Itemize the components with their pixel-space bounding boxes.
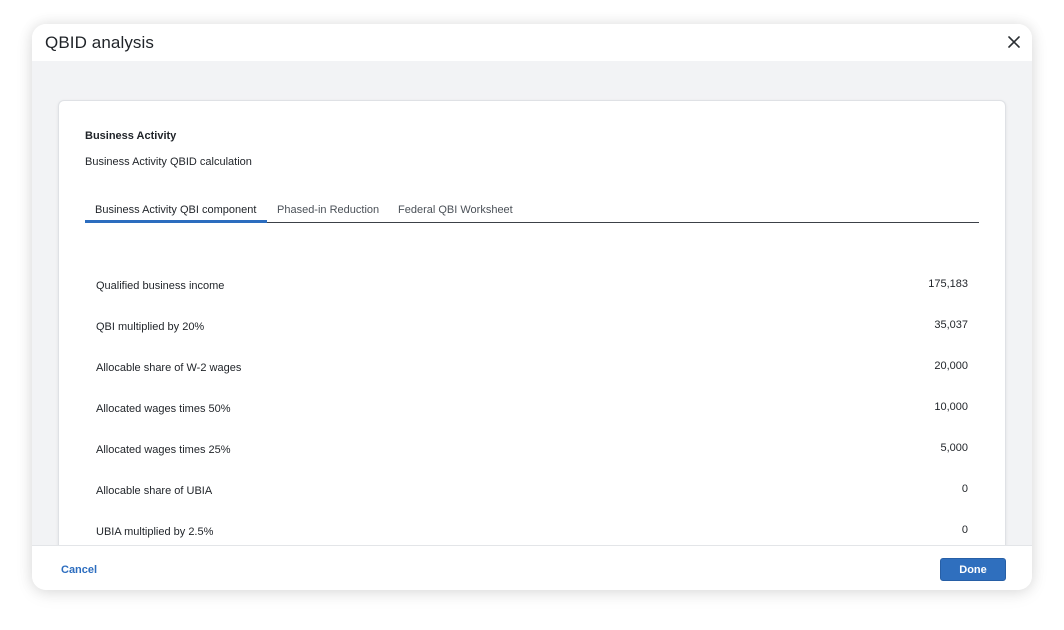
- section-title: Business Activity: [85, 130, 177, 142]
- business-activity-card: Business Activity Business Activity QBID…: [58, 100, 1006, 545]
- dialog-header: QBID analysis: [32, 24, 1032, 61]
- row-value-ubia: 0: [961, 483, 968, 495]
- tab-business-activity-qbi-component[interactable]: Business Activity QBI component: [95, 204, 256, 216]
- row-label-ubia: Allocable share of UBIA: [96, 485, 213, 497]
- row-value-wages-50: 10,000: [934, 401, 968, 413]
- row-value-wages-25: 5,000: [940, 442, 968, 454]
- dialog-title: QBID analysis: [45, 33, 155, 52]
- row-label-ubia-multiplied: UBIA multiplied by 2.5%: [96, 526, 214, 538]
- row-value-w2-wages: 20,000: [934, 360, 968, 372]
- row-label-qualified-business-income: Qualified business income: [96, 280, 225, 292]
- tab-phased-in-reduction[interactable]: Phased-in Reduction: [277, 204, 379, 216]
- tab-federal-qbi-worksheet[interactable]: Federal QBI Worksheet: [398, 204, 513, 216]
- close-icon[interactable]: [1006, 34, 1022, 50]
- row-label-wages-50: Allocated wages times 50%: [96, 403, 231, 415]
- row-label-w2-wages: Allocable share of W-2 wages: [96, 362, 242, 374]
- section-subtitle: Business Activity QBID calculation: [85, 156, 252, 168]
- row-value-qbi-multiplied: 35,037: [934, 319, 968, 331]
- active-tab-indicator: [85, 220, 267, 223]
- cancel-button[interactable]: Cancel: [61, 564, 97, 576]
- row-value-qualified-business-income: 175,183: [928, 278, 968, 290]
- tab-bar: Business Activity QBI component Phased-i…: [85, 198, 979, 223]
- row-value-ubia-multiplied: 0: [961, 524, 968, 536]
- qbid-analysis-dialog: QBID analysis Business Activity Business…: [32, 24, 1032, 590]
- done-button[interactable]: Done: [940, 558, 1006, 581]
- dialog-body[interactable]: Business Activity Business Activity QBID…: [32, 61, 1032, 545]
- dialog-footer: Cancel Done: [32, 545, 1032, 590]
- row-label-qbi-multiplied: QBI multiplied by 20%: [96, 321, 205, 333]
- row-label-wages-25: Allocated wages times 25%: [96, 444, 231, 456]
